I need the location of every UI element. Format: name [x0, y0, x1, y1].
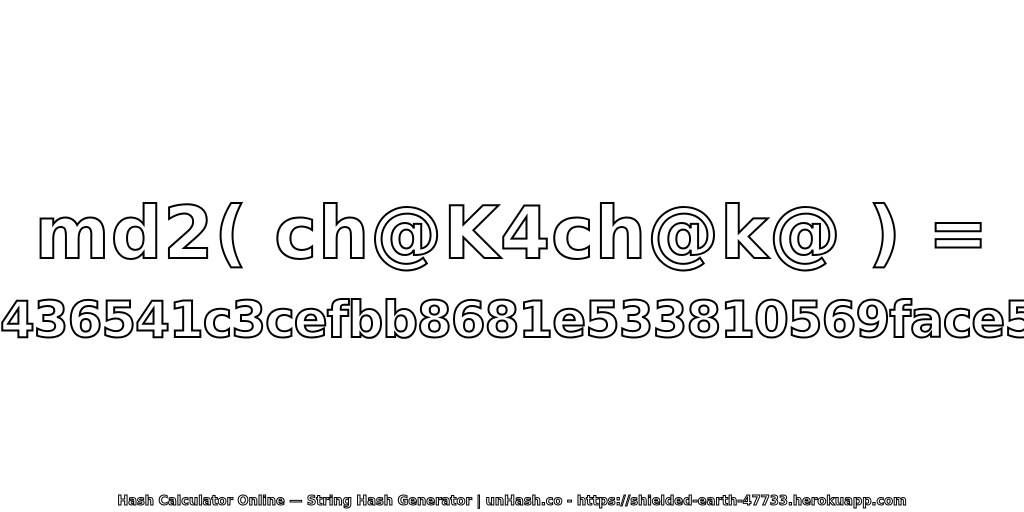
- hash-result: 436541c3cefbb8681e533810569face5: [0, 290, 1024, 350]
- hash-expression: md2( ch@K4ch@k@ ) =: [34, 190, 990, 276]
- site-footer-credit: Hash Calculator Online — String Hash Gen…: [117, 494, 907, 510]
